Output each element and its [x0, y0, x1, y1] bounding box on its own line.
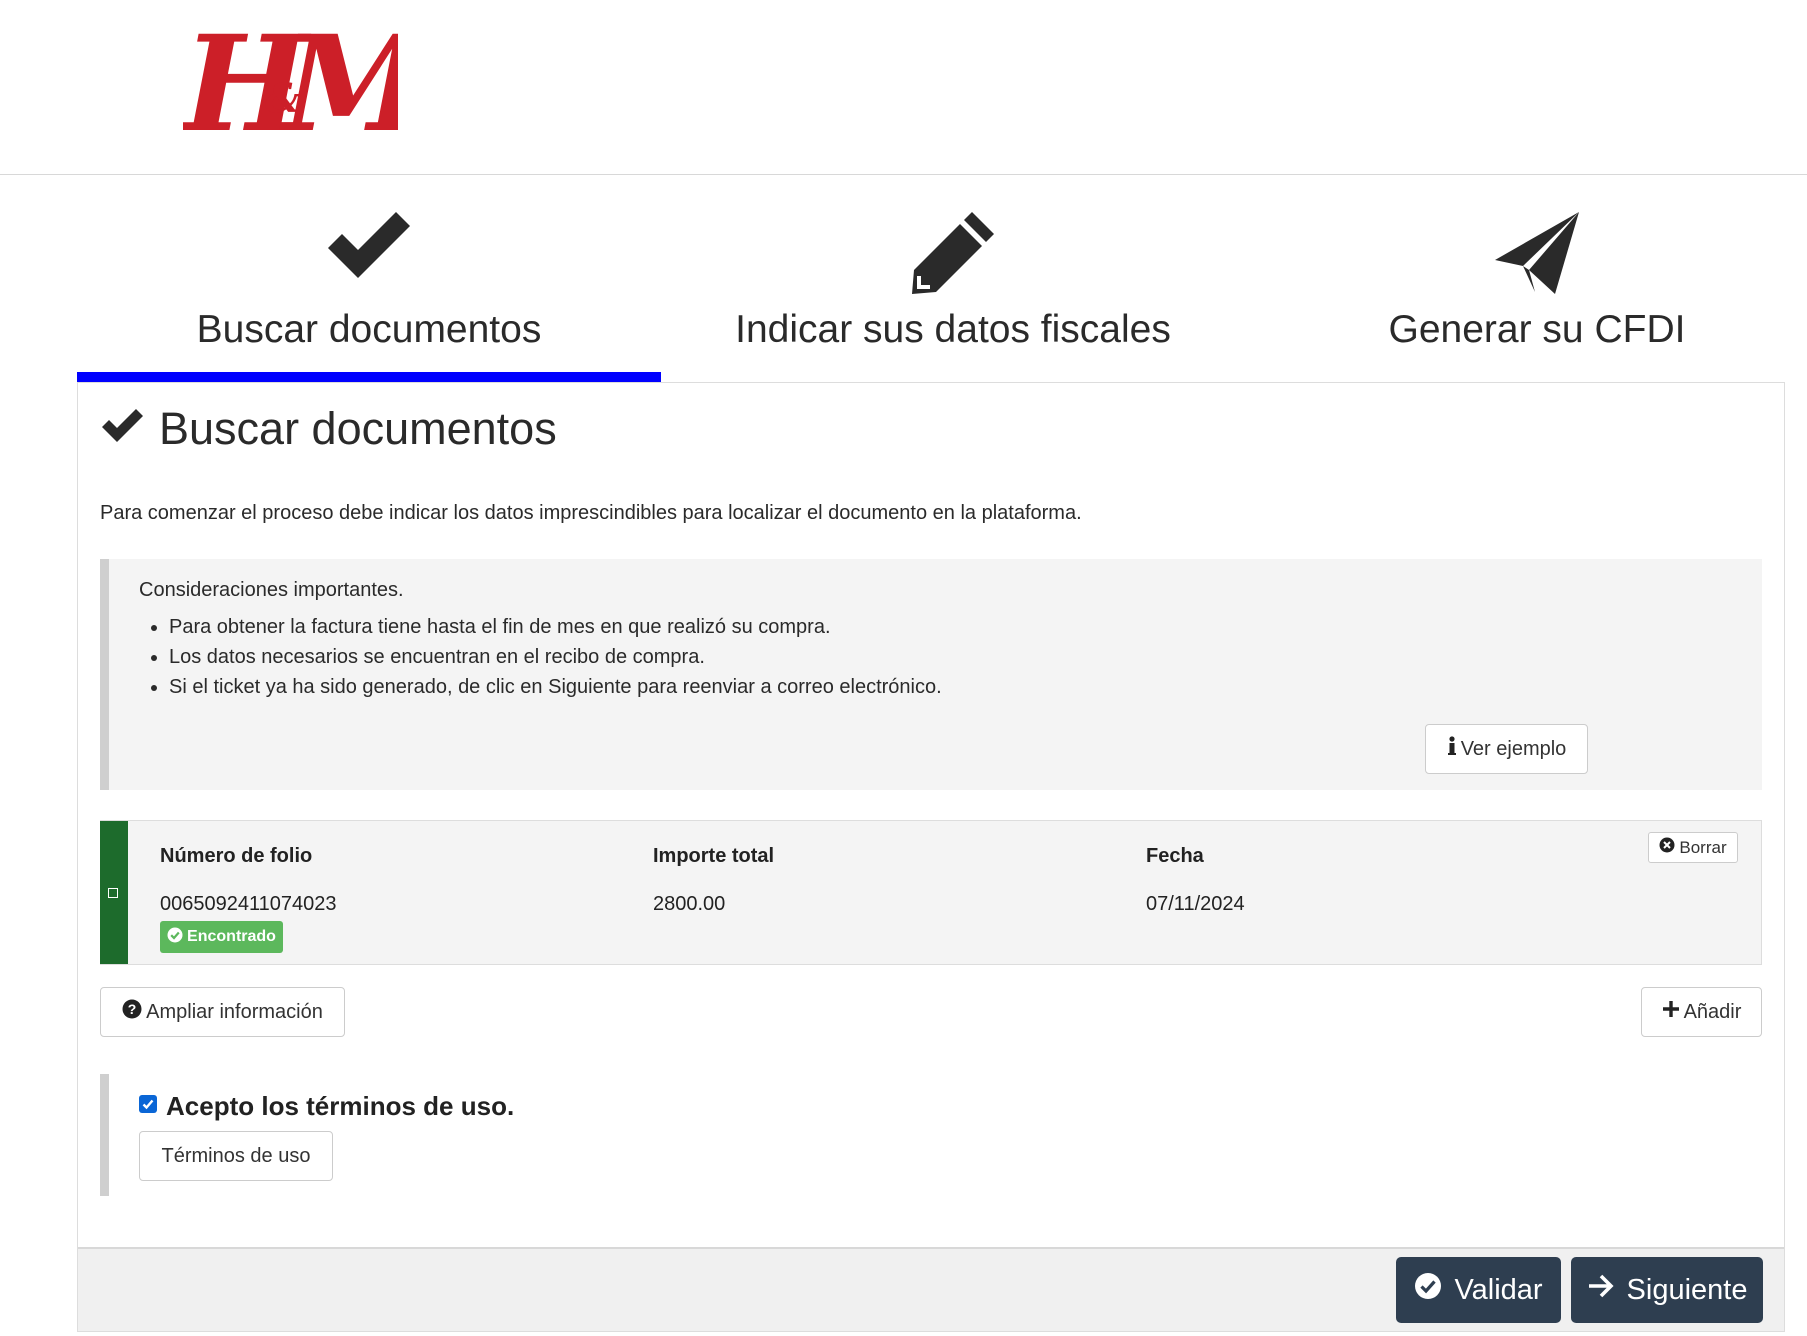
- active-step-indicator: [77, 372, 661, 382]
- step-label: Generar su CFDI: [1388, 308, 1686, 351]
- considerations-heading: Consideraciones importantes.: [139, 579, 404, 601]
- considerations-box: Consideraciones importantes. Para obtene…: [100, 559, 1762, 790]
- accept-terms-checkbox[interactable]: [139, 1095, 157, 1113]
- ampliar-informacion-button[interactable]: ? Ampliar información: [100, 987, 345, 1037]
- check-circle-icon: [1414, 1272, 1442, 1308]
- date-header: Fecha: [1146, 845, 1204, 867]
- borrar-button[interactable]: Borrar: [1648, 832, 1738, 863]
- intro-text: Para comenzar el proceso debe indicar lo…: [100, 502, 1082, 524]
- considerations-list: Para obtener la factura tiene hasta el f…: [139, 612, 942, 702]
- question-circle-icon: ?: [122, 999, 142, 1025]
- button-label: Ampliar información: [146, 1000, 323, 1023]
- times-circle-icon: [1659, 837, 1675, 858]
- status-text: Encontrado: [187, 928, 276, 945]
- button-label: Validar: [1454, 1273, 1543, 1306]
- check-icon: [100, 409, 145, 449]
- panel-footer: Validar Siguiente: [78, 1247, 1784, 1331]
- button-label: Añadir: [1683, 1000, 1742, 1023]
- arrow-right-icon: [1587, 1273, 1615, 1307]
- ver-ejemplo-button[interactable]: Ver ejemplo: [1425, 724, 1588, 774]
- button-label: Términos de uso: [161, 1144, 311, 1167]
- check-icon: [324, 212, 414, 287]
- siguiente-button[interactable]: Siguiente: [1571, 1257, 1763, 1323]
- document-row: Número de folio Importe total Fecha 0065…: [100, 820, 1762, 965]
- date-value: 07/11/2024: [1146, 893, 1245, 915]
- search-panel: Buscar documentos Para comenzar el proce…: [77, 382, 1785, 1332]
- step-buscar-documentos[interactable]: Buscar documentos: [77, 196, 661, 382]
- step-label: Indicar sus datos fiscales: [735, 308, 1171, 351]
- terminos-de-uso-button[interactable]: Términos de uso: [139, 1131, 333, 1181]
- total-header: Importe total: [653, 845, 775, 867]
- header: H & M: [0, 0, 1807, 175]
- step-label: Buscar documentos: [196, 308, 542, 351]
- plus-icon: [1662, 1000, 1680, 1024]
- status-badge: Encontrado: [160, 921, 283, 953]
- svg-text:M: M: [279, 12, 398, 154]
- document-select-checkbox[interactable]: [108, 888, 118, 898]
- info-icon: [1447, 736, 1457, 762]
- accept-terms-label: Acepto los términos de uso.: [166, 1091, 515, 1121]
- page-title-text: Buscar documentos: [159, 403, 557, 454]
- button-label: Ver ejemplo: [1460, 737, 1567, 760]
- check-circle-icon: [167, 927, 183, 948]
- list-item: Para obtener la factura tiene hasta el f…: [169, 612, 942, 642]
- list-item: Si el ticket ya ha sido generado, de cli…: [169, 672, 942, 702]
- list-item: Los datos necesarios se encuentran en el…: [169, 642, 942, 672]
- button-label: Borrar: [1679, 837, 1727, 857]
- svg-text:?: ?: [128, 1001, 137, 1017]
- anadir-button[interactable]: Añadir: [1641, 987, 1762, 1037]
- page-title: Buscar documentos: [100, 403, 557, 455]
- paper-plane-icon: [1493, 210, 1581, 301]
- hm-logo[interactable]: H & M: [179, 7, 441, 162]
- validar-button[interactable]: Validar: [1396, 1257, 1561, 1323]
- step-datos-fiscales[interactable]: Indicar sus datos fiscales: [661, 196, 1245, 382]
- step-generar-cfdi[interactable]: Generar su CFDI: [1245, 196, 1807, 382]
- terms-section: Acepto los términos de uso. Términos de …: [100, 1074, 1762, 1196]
- pencil-icon: [910, 210, 996, 301]
- folio-header: Número de folio: [160, 845, 313, 867]
- folio-value: 0065092411074023: [160, 893, 337, 915]
- total-value: 2800.00: [653, 893, 726, 915]
- button-label: Siguiente: [1626, 1273, 1748, 1306]
